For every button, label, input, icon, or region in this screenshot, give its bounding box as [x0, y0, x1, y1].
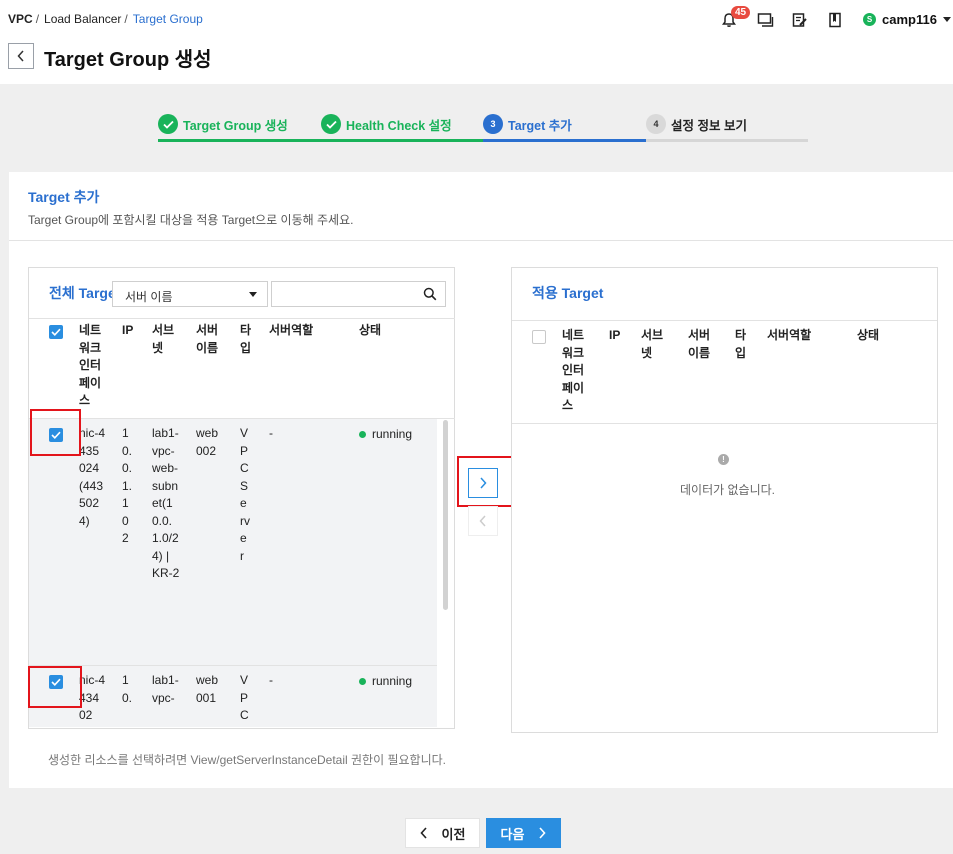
select-all-checkbox[interactable]	[532, 330, 546, 344]
previous-button-label: 이전	[441, 826, 466, 842]
step-line-1	[158, 139, 321, 142]
filter-select[interactable]: 서버 이름	[112, 281, 268, 307]
step-3-number: 3	[483, 114, 503, 134]
applied-targets-title: 적용 Target	[532, 285, 604, 301]
column-header-subnet[interactable]: 서브넷	[641, 327, 667, 362]
empty-message: 데이터가 없습니다.	[680, 483, 775, 497]
chat-icon[interactable]	[754, 9, 776, 31]
table-row-clip: nic-443402 10. lab1-vpc- web001 VPC - ru…	[29, 666, 437, 727]
caret-down-icon	[249, 292, 257, 297]
step-2: Health Check 설정	[321, 114, 452, 134]
next-button[interactable]: 다음	[486, 818, 561, 848]
caret-down-icon	[942, 17, 951, 22]
column-header-ip[interactable]: IP	[609, 327, 625, 345]
move-left-button[interactable]	[468, 506, 498, 536]
edit-document-icon[interactable]	[789, 9, 811, 31]
step-line-2	[321, 139, 483, 142]
column-header-type[interactable]: 타입	[240, 322, 254, 357]
divider	[29, 318, 455, 319]
column-header-server-name[interactable]: 서버이름	[688, 327, 714, 362]
notification-badge: 45	[731, 6, 751, 19]
cell-subnet: lab1-vpc-web-subnet(10.0.1.0/24) | KR-2	[152, 426, 180, 580]
step-line-4	[646, 139, 808, 142]
user-status-icon: S	[863, 13, 876, 26]
status-badge: running	[359, 427, 412, 441]
user-name: camp116	[882, 12, 937, 27]
user-menu[interactable]: S camp116	[863, 12, 951, 27]
previous-button[interactable]: 이전	[405, 818, 480, 848]
breadcrumb: VPC / Load Balancer / Target Group	[8, 12, 206, 26]
move-right-button[interactable]	[468, 468, 498, 498]
check-icon	[158, 114, 178, 134]
breadcrumb-separator: /	[35, 12, 40, 26]
select-all-checkbox[interactable]	[49, 325, 63, 339]
column-header-status[interactable]: 상태	[359, 322, 419, 340]
status-text: running	[372, 674, 413, 688]
search-input[interactable]	[272, 282, 412, 306]
cell-type: VPC	[240, 673, 249, 722]
search-icon[interactable]	[423, 287, 437, 301]
step-4: 4 설정 정보 보기	[646, 114, 747, 134]
column-header-subnet[interactable]: 서브넷	[152, 322, 178, 357]
check-icon	[321, 114, 341, 134]
breadcrumb-current: Target Group	[132, 12, 203, 26]
column-header-role[interactable]: 서버역할	[767, 327, 837, 345]
breadcrumb-separator: /	[124, 12, 128, 26]
cell-nic: nic-4435024(4435024)	[79, 426, 106, 528]
cell-role: -	[269, 426, 273, 440]
step-1: Target Group 생성	[158, 114, 288, 134]
column-header-ip[interactable]: IP	[122, 322, 138, 340]
cell-role: -	[269, 673, 273, 687]
filter-select-value: 서버 이름	[125, 290, 173, 304]
column-header-status[interactable]: 상태	[857, 327, 917, 345]
step-3-label: Target 추가	[508, 118, 572, 133]
step-4-label: 설정 정보 보기	[671, 118, 747, 133]
search-field[interactable]	[271, 281, 446, 307]
column-header-role[interactable]: 서버역할	[269, 322, 339, 340]
back-button[interactable]	[8, 43, 34, 69]
divider	[9, 240, 953, 241]
step-2-label: Health Check 설정	[346, 118, 452, 133]
permission-note: 생성한 리소스를 선택하려면 View/getServerInstanceDet…	[48, 753, 447, 767]
step-1-label: Target Group 생성	[183, 118, 288, 133]
next-button-label: 다음	[500, 826, 525, 842]
status-dot-icon	[359, 430, 366, 438]
highlight-box	[30, 409, 81, 456]
cell-subnet: lab1-vpc-	[152, 673, 179, 705]
chevron-left-icon	[479, 515, 486, 527]
step-4-number: 4	[646, 114, 666, 134]
step-3: 3 Target 추가	[483, 114, 572, 134]
book-icon[interactable]	[824, 9, 846, 31]
status-text: running	[372, 427, 413, 441]
breadcrumb-load-balancer[interactable]: Load Balancer	[44, 12, 121, 26]
chevron-right-icon	[480, 477, 487, 489]
info-icon: !	[718, 454, 729, 465]
divider	[512, 320, 937, 321]
chevron-left-icon	[17, 50, 24, 62]
cell-ip: 10.	[122, 673, 133, 705]
cell-server-name: web001	[196, 673, 219, 705]
chevron-left-icon	[419, 827, 427, 839]
step-line-3	[483, 139, 646, 142]
status-dot-icon	[359, 677, 366, 685]
column-header-server-name[interactable]: 서버이름	[196, 322, 222, 357]
scrollbar[interactable]	[443, 420, 448, 610]
cell-ip: 10.0.1.102	[122, 426, 133, 545]
column-header-type[interactable]: 타입	[735, 327, 749, 362]
cell-nic: nic-443402	[79, 673, 106, 722]
highlight-box	[28, 666, 82, 708]
status-badge: running	[359, 674, 412, 688]
column-header-nic[interactable]: 네트워크인터페이스	[562, 327, 588, 415]
chevron-right-icon	[539, 827, 547, 839]
divider	[512, 423, 937, 424]
column-header-nic[interactable]: 네트워크인터페이스	[79, 322, 105, 410]
all-targets-title: 전체 Targe	[49, 285, 116, 301]
cell-type: VPCServer	[240, 426, 250, 563]
section-description: Target Group에 포함시킬 대상을 적용 Target으로 이동해 주…	[28, 213, 354, 227]
page-title: Target Group 생성	[44, 49, 212, 71]
section-title: Target 추가	[28, 189, 100, 205]
cell-server-name: web002	[196, 426, 219, 458]
breadcrumb-vpc[interactable]: VPC	[8, 12, 33, 26]
